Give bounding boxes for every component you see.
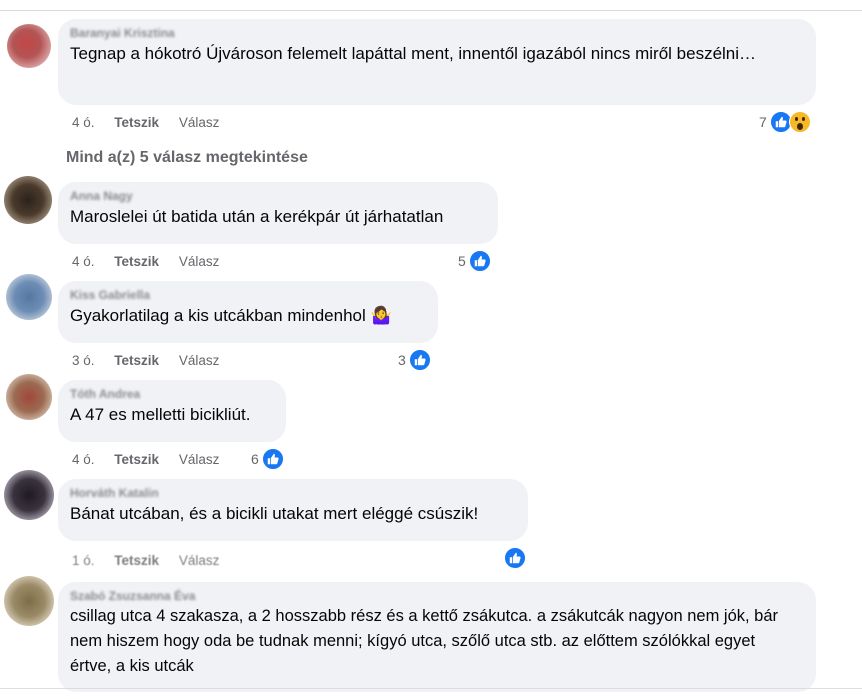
comment-bubble: Szabó Zsuzsanna Éva csillag utca 4 szaka… [58,582,816,692]
reaction-count: 3 [398,352,406,368]
like-icon [408,349,431,371]
comment-time[interactable]: 1 ó. [72,553,95,568]
reply-button[interactable]: Válasz [179,353,220,368]
like-button[interactable]: Tetszik [114,254,159,269]
avatar[interactable] [6,274,52,320]
like-button[interactable]: Tetszik [114,115,159,130]
avatar[interactable] [7,24,51,68]
avatar[interactable] [6,374,52,420]
comment-actions: 1 ó. Tetszik Válasz [72,553,235,569]
comment-actions: 4 ó. Tetszik Válasz [72,452,235,468]
reply-button[interactable]: Válasz [179,254,220,269]
comment-text: csillag utca 4 szakasza, a 2 hosszabb ré… [70,607,779,675]
reaction-summary[interactable]: 3 [398,349,431,371]
comment-bubble: Kiss Gabriella Gyakorlatilag a kis utcák… [58,281,438,343]
like-button[interactable]: Tetszik [114,353,159,368]
comment-text: Bánat utcában, és a bicikli utakat mert … [70,504,479,523]
comment-author[interactable]: Kiss Gabriella [70,288,426,303]
comment-time[interactable]: 4 ó. [72,452,95,467]
reaction-count: 5 [458,253,466,269]
comment-bubble: Tóth Andrea A 47 es melletti bicikliút. [58,380,286,442]
comment-bubble: Baranyai Krisztina Tegnap a hókotró Újvá… [58,19,816,105]
comment-time[interactable]: 4 ó. [72,115,95,130]
like-icon [504,547,526,569]
comment-actions: 4 ó. Tetszik Válasz [72,254,235,270]
comment-time[interactable]: 3 ó. [72,353,95,368]
reaction-count: 6 [251,451,259,467]
reply-button[interactable]: Válasz [179,115,220,130]
comment-text: Maroslelei út batida után a kerékpár út … [70,207,444,226]
reaction-summary[interactable]: 5 [458,250,491,272]
avatar[interactable] [4,576,54,626]
reaction-summary[interactable]: 7 [759,111,811,133]
comment-actions: 4 ó. Tetszik Válasz [72,115,235,131]
comment-author[interactable]: Szabó Zsuzsanna Éva [70,589,800,604]
comment-bubble: Horváth Katalin Bánat utcában, és a bici… [58,479,528,541]
comment-time[interactable]: 4 ó. [72,254,95,269]
comment-author[interactable]: Baranyai Krisztina [70,26,804,41]
avatar[interactable] [4,470,54,520]
reaction-summary[interactable]: 6 [251,448,284,470]
comment-text: A 47 es melletti bicikliút. [70,405,251,424]
view-more-replies-link[interactable]: Mind a(z) 5 válasz megtekintése [66,149,308,167]
comment-author[interactable]: Anna Nagy [70,189,486,204]
like-button[interactable]: Tetszik [114,452,159,467]
comment-text: Gyakorlatilag a kis utcákban mindenhol 🤷… [70,306,392,325]
reaction-summary[interactable] [504,547,526,569]
bottom-divider [0,688,862,689]
reply-button[interactable]: Válasz [179,553,220,568]
reaction-count: 7 [759,114,767,130]
comment-text: Tegnap a hókotró Újvároson felemelt lapá… [70,44,757,63]
comment-actions: 3 ó. Tetszik Válasz [72,353,235,369]
like-button[interactable]: Tetszik [114,553,159,568]
comment-bubble: Anna Nagy Maroslelei út batida után a ke… [58,182,498,244]
avatar[interactable] [4,176,52,224]
comment-author[interactable]: Tóth Andrea [70,387,274,402]
top-divider [0,10,862,11]
like-icon [468,250,491,272]
like-icon [261,448,284,470]
wow-icon [788,111,811,133]
reply-button[interactable]: Válasz [179,452,220,467]
comment-author[interactable]: Horváth Katalin [70,486,516,501]
